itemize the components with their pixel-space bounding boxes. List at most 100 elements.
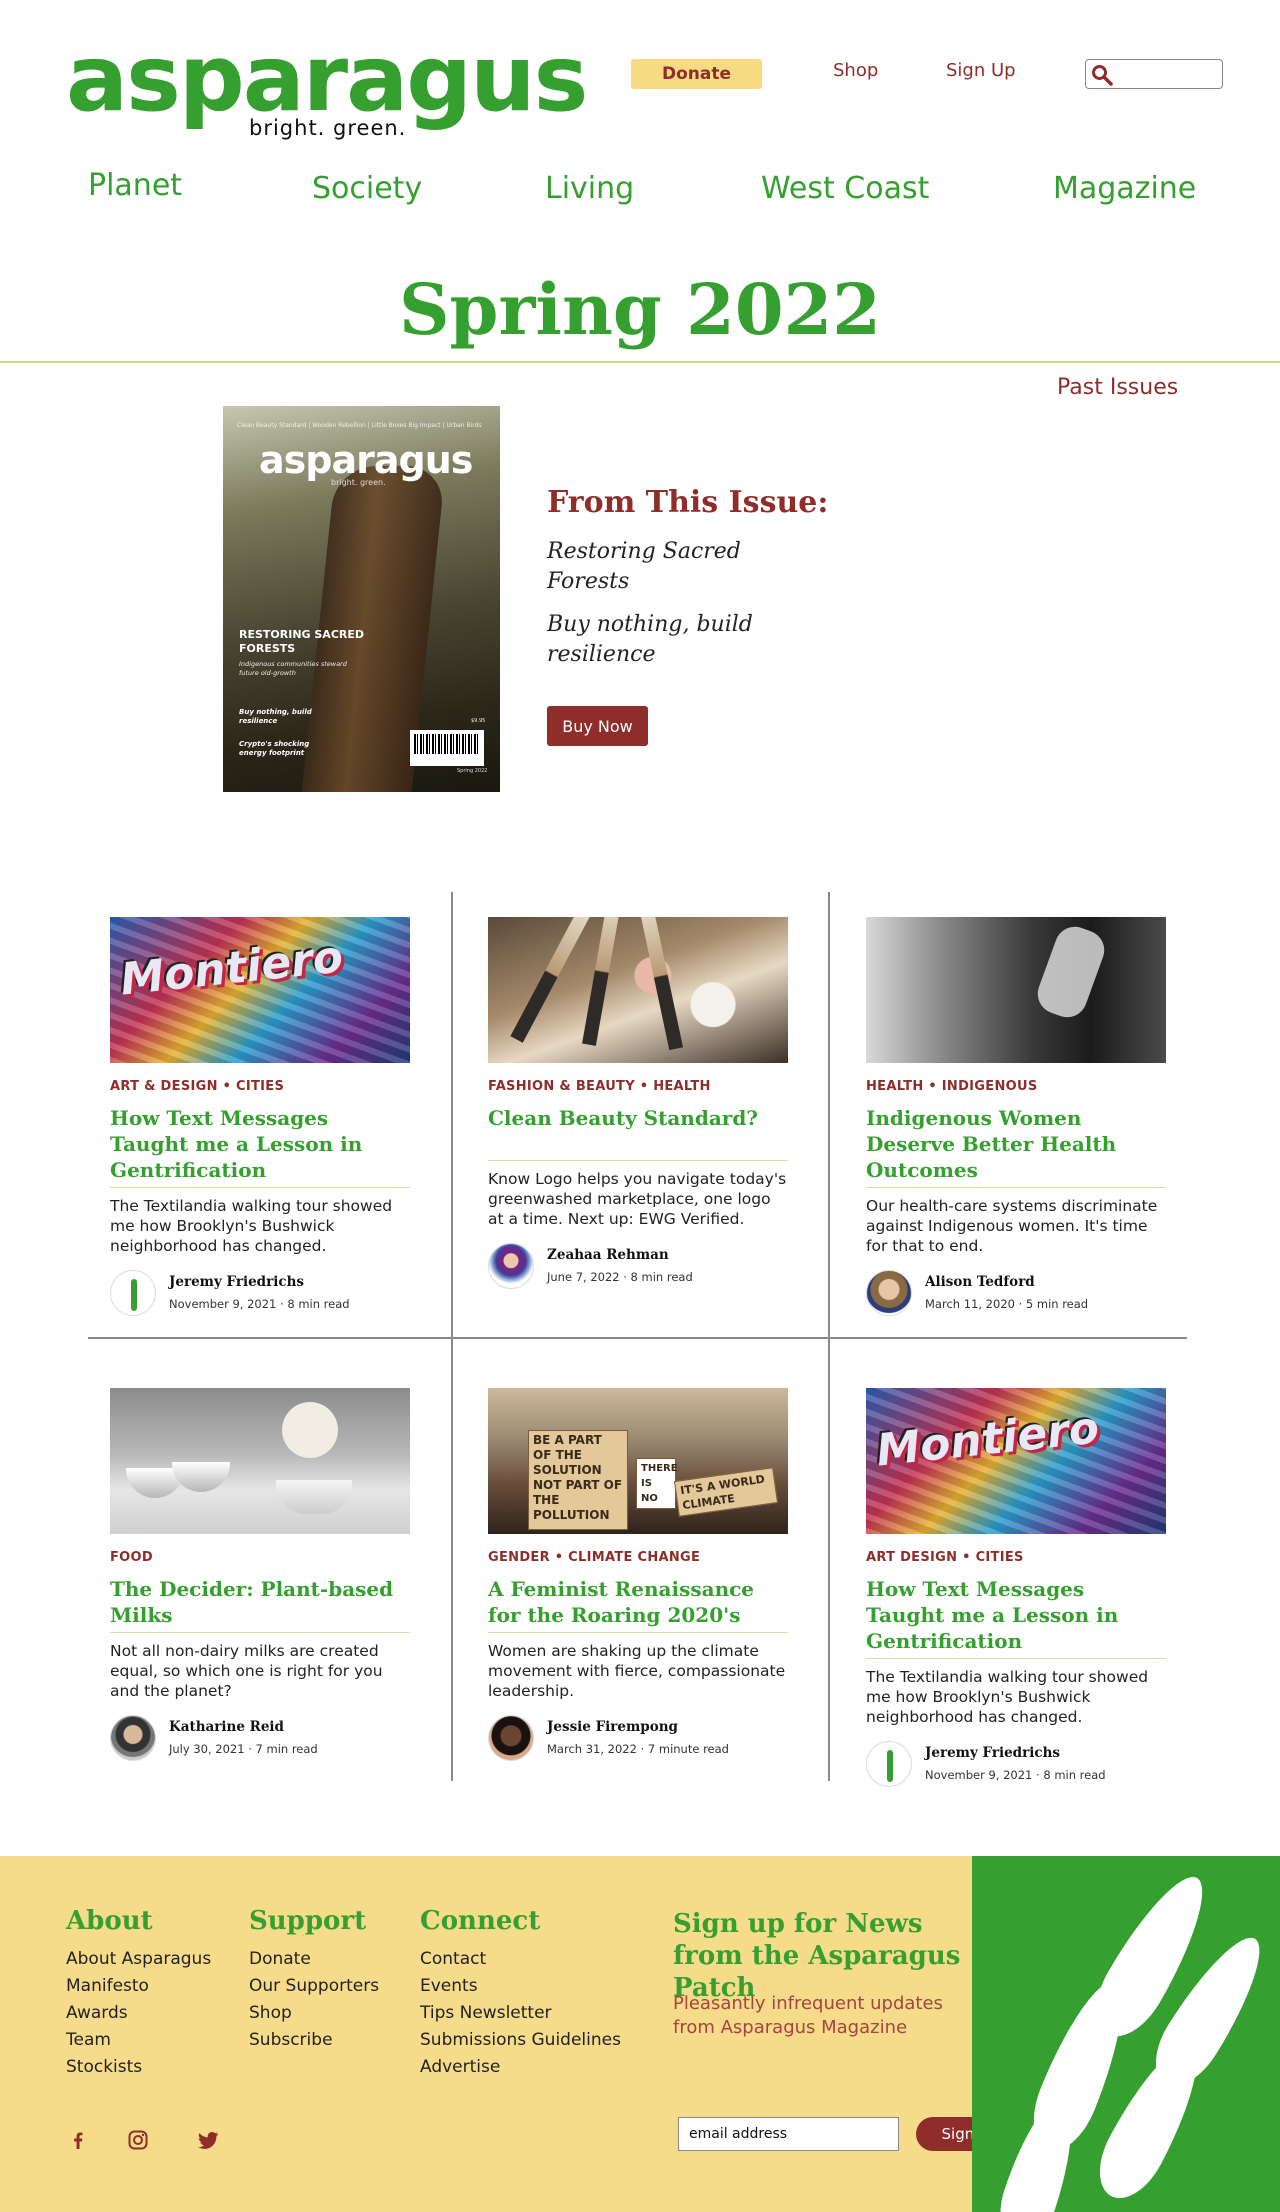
article-image[interactable]: BE A PART OF THE SOLUTION NOT PART OF TH…	[488, 1388, 788, 1534]
article-card[interactable]: BE A PART OF THE SOLUTION NOT PART OF TH…	[488, 1388, 788, 1763]
article-card[interactable]: Montiero ART DESIGN • CITIES How Text Me…	[866, 1388, 1166, 1789]
nav-item-society[interactable]: Society	[312, 171, 422, 206]
article-categories[interactable]: HEALTH • INDIGENOUS	[866, 1079, 1166, 1097]
nav-item-west-coast[interactable]: West Coast	[761, 171, 929, 206]
search-input[interactable]	[1085, 59, 1223, 89]
buy-now-button[interactable]: Buy Now	[547, 706, 648, 746]
cover-note: Crypto's shocking energy footprint	[239, 740, 310, 757]
article-title[interactable]: How Text Messages Taught me a Lesson in …	[866, 1576, 1166, 1659]
hands-art	[1032, 921, 1110, 1023]
article-title[interactable]: Clean Beauty Standard?	[488, 1105, 788, 1161]
cover-note: Buy nothing, build resilience	[239, 708, 312, 725]
article-excerpt: The Textilandia walking tour showed me h…	[110, 1197, 393, 1255]
article-author: Alison Tedford March 11, 2020 · 5 min re…	[866, 1270, 1166, 1318]
magazine-cover[interactable]: Clean Beauty Standard | Wooden Rebellion…	[223, 406, 500, 792]
signup-link[interactable]: Sign Up	[946, 60, 1016, 81]
article-title[interactable]: The Decider: Plant-based Milks	[110, 1576, 410, 1633]
author-name[interactable]: Jessie Firempong	[547, 1719, 678, 1735]
email-field[interactable]	[678, 2117, 899, 2151]
donate-button[interactable]: Donate	[631, 59, 762, 89]
author-name[interactable]: Katharine Reid	[169, 1719, 284, 1735]
nav-item-magazine[interactable]: Magazine	[1053, 171, 1196, 206]
cover-headline: RESTORING SACRED FORESTS	[239, 628, 365, 655]
past-issues-link[interactable]: Past Issues	[1057, 375, 1178, 400]
footer-about-column: About About Asparagus Manifesto Awards T…	[66, 1906, 211, 2081]
mural-graffiti: Montiero	[873, 1402, 1102, 1477]
cover-logo: asparagus	[259, 438, 473, 482]
main-nav: Planet Society Living West Coast Magazin…	[0, 168, 1280, 218]
footer-link[interactable]: Manifesto	[66, 1973, 211, 2000]
author-name[interactable]: Zeahaa Rehman	[547, 1247, 669, 1263]
article-image[interactable]	[110, 1388, 410, 1534]
avatar	[110, 1270, 156, 1316]
site-logo[interactable]: asparagus bright. green.	[66, 25, 588, 150]
newsletter-heading: Sign up for News from the Asparagus Patc…	[673, 1909, 961, 2003]
article-title[interactable]: Indigenous Women Deserve Better Health O…	[866, 1105, 1166, 1188]
footer-link[interactable]: Tips Newsletter	[420, 2000, 621, 2027]
protest-sign: THERE IS NO	[636, 1458, 678, 1509]
footer-link[interactable]: About Asparagus	[66, 1946, 211, 1973]
shop-link[interactable]: Shop	[833, 60, 878, 81]
article-title[interactable]: How Text Messages Taught me a Lesson in …	[110, 1105, 410, 1188]
bowl-art	[172, 1462, 230, 1492]
author-name[interactable]: Jeremy Friedrichs	[925, 1745, 1060, 1761]
protest-sign: IT'S A WORLD CLIMATE	[673, 1467, 779, 1517]
footer-link[interactable]: Shop	[249, 2000, 379, 2027]
article-excerpt: The Textilandia walking tour showed me h…	[866, 1668, 1149, 1726]
author-name[interactable]: Alison Tedford	[925, 1274, 1035, 1290]
brush-art	[510, 917, 594, 1043]
barcode	[410, 730, 484, 766]
avatar	[866, 1741, 912, 1787]
issue-feature-link[interactable]: Buy nothing, build resilience	[547, 610, 777, 670]
article-categories[interactable]: GENDER • CLIMATE CHANGE	[488, 1550, 788, 1568]
nut-bag-art	[282, 1402, 338, 1458]
article-card[interactable]: FASHION & BEAUTY • HEALTH Clean Beauty S…	[488, 917, 788, 1291]
footer-link[interactable]: Stockists	[66, 2054, 211, 2081]
issue-title: Spring 2022	[398, 268, 881, 351]
article-author: Zeahaa Rehman June 7, 2022 · 8 min read	[488, 1243, 788, 1291]
article-image[interactable]	[866, 917, 1166, 1063]
article-categories[interactable]: ART & DESIGN • CITIES	[110, 1079, 410, 1097]
from-issue-heading: From This Issue:	[547, 485, 829, 520]
footer-heading: About	[66, 1906, 153, 1936]
article-title[interactable]: A Feminist Renaissance for the Roaring 2…	[488, 1576, 788, 1633]
issue-feature-link[interactable]: Restoring Sacred Forests	[547, 537, 777, 597]
cover-tagline: bright. green.	[331, 478, 386, 487]
article-meta: November 9, 2021 · 8 min read	[169, 1297, 350, 1311]
footer-link[interactable]: Awards	[66, 2000, 211, 2027]
author-name[interactable]: Jeremy Friedrichs	[169, 1274, 304, 1290]
divider	[0, 361, 1280, 363]
footer-link[interactable]: Advertise	[420, 2054, 621, 2081]
footer-link[interactable]: Subscribe	[249, 2027, 379, 2054]
footer-connect-column: Connect Contact Events Tips Newsletter S…	[420, 1906, 621, 2081]
footer-link[interactable]: Donate	[249, 1946, 379, 1973]
footer-link[interactable]: Events	[420, 1973, 621, 2000]
article-author: Katharine Reid July 30, 2021 · 7 min rea…	[110, 1715, 410, 1763]
nav-item-living[interactable]: Living	[545, 171, 634, 206]
footer-link[interactable]: Team	[66, 2027, 211, 2054]
article-card[interactable]: FOOD The Decider: Plant-based Milks Not …	[110, 1388, 410, 1763]
footer-link[interactable]: Submissions Guidelines	[420, 2027, 621, 2054]
article-image[interactable]	[488, 917, 788, 1063]
footer-link[interactable]: Contact	[420, 1946, 621, 1973]
article-author: Jeremy Friedrichs November 9, 2021 · 8 m…	[110, 1270, 410, 1318]
footer-link[interactable]: Our Supporters	[249, 1973, 379, 2000]
article-card[interactable]: HEALTH • INDIGENOUS Indigenous Women Des…	[866, 917, 1166, 1318]
article-excerpt: Women are shaking up the climate movemen…	[488, 1642, 786, 1700]
article-image[interactable]: Montiero	[866, 1388, 1166, 1534]
footer-heading: Connect	[420, 1906, 541, 1936]
article-categories[interactable]: FASHION & BEAUTY • HEALTH	[488, 1079, 788, 1097]
article-image[interactable]: Montiero	[110, 917, 410, 1063]
footer-support-column: Support Donate Our Supporters Shop Subsc…	[249, 1906, 379, 2054]
nav-item-planet[interactable]: Planet	[88, 168, 182, 203]
instagram-icon[interactable]	[126, 2128, 150, 2152]
facebook-icon[interactable]	[66, 2128, 90, 2152]
search-icon[interactable]	[1091, 64, 1113, 86]
brush-art	[638, 917, 684, 1051]
article-card[interactable]: Montiero ART & DESIGN • CITIES How Text …	[110, 917, 410, 1318]
article-categories[interactable]: FOOD	[110, 1550, 410, 1568]
article-categories[interactable]: ART DESIGN • CITIES	[866, 1550, 1166, 1568]
mural-graffiti: Montiero	[117, 931, 346, 1006]
twitter-icon[interactable]	[196, 2128, 220, 2152]
site-header: asparagus bright. green. Donate Shop Sig…	[0, 0, 1280, 160]
